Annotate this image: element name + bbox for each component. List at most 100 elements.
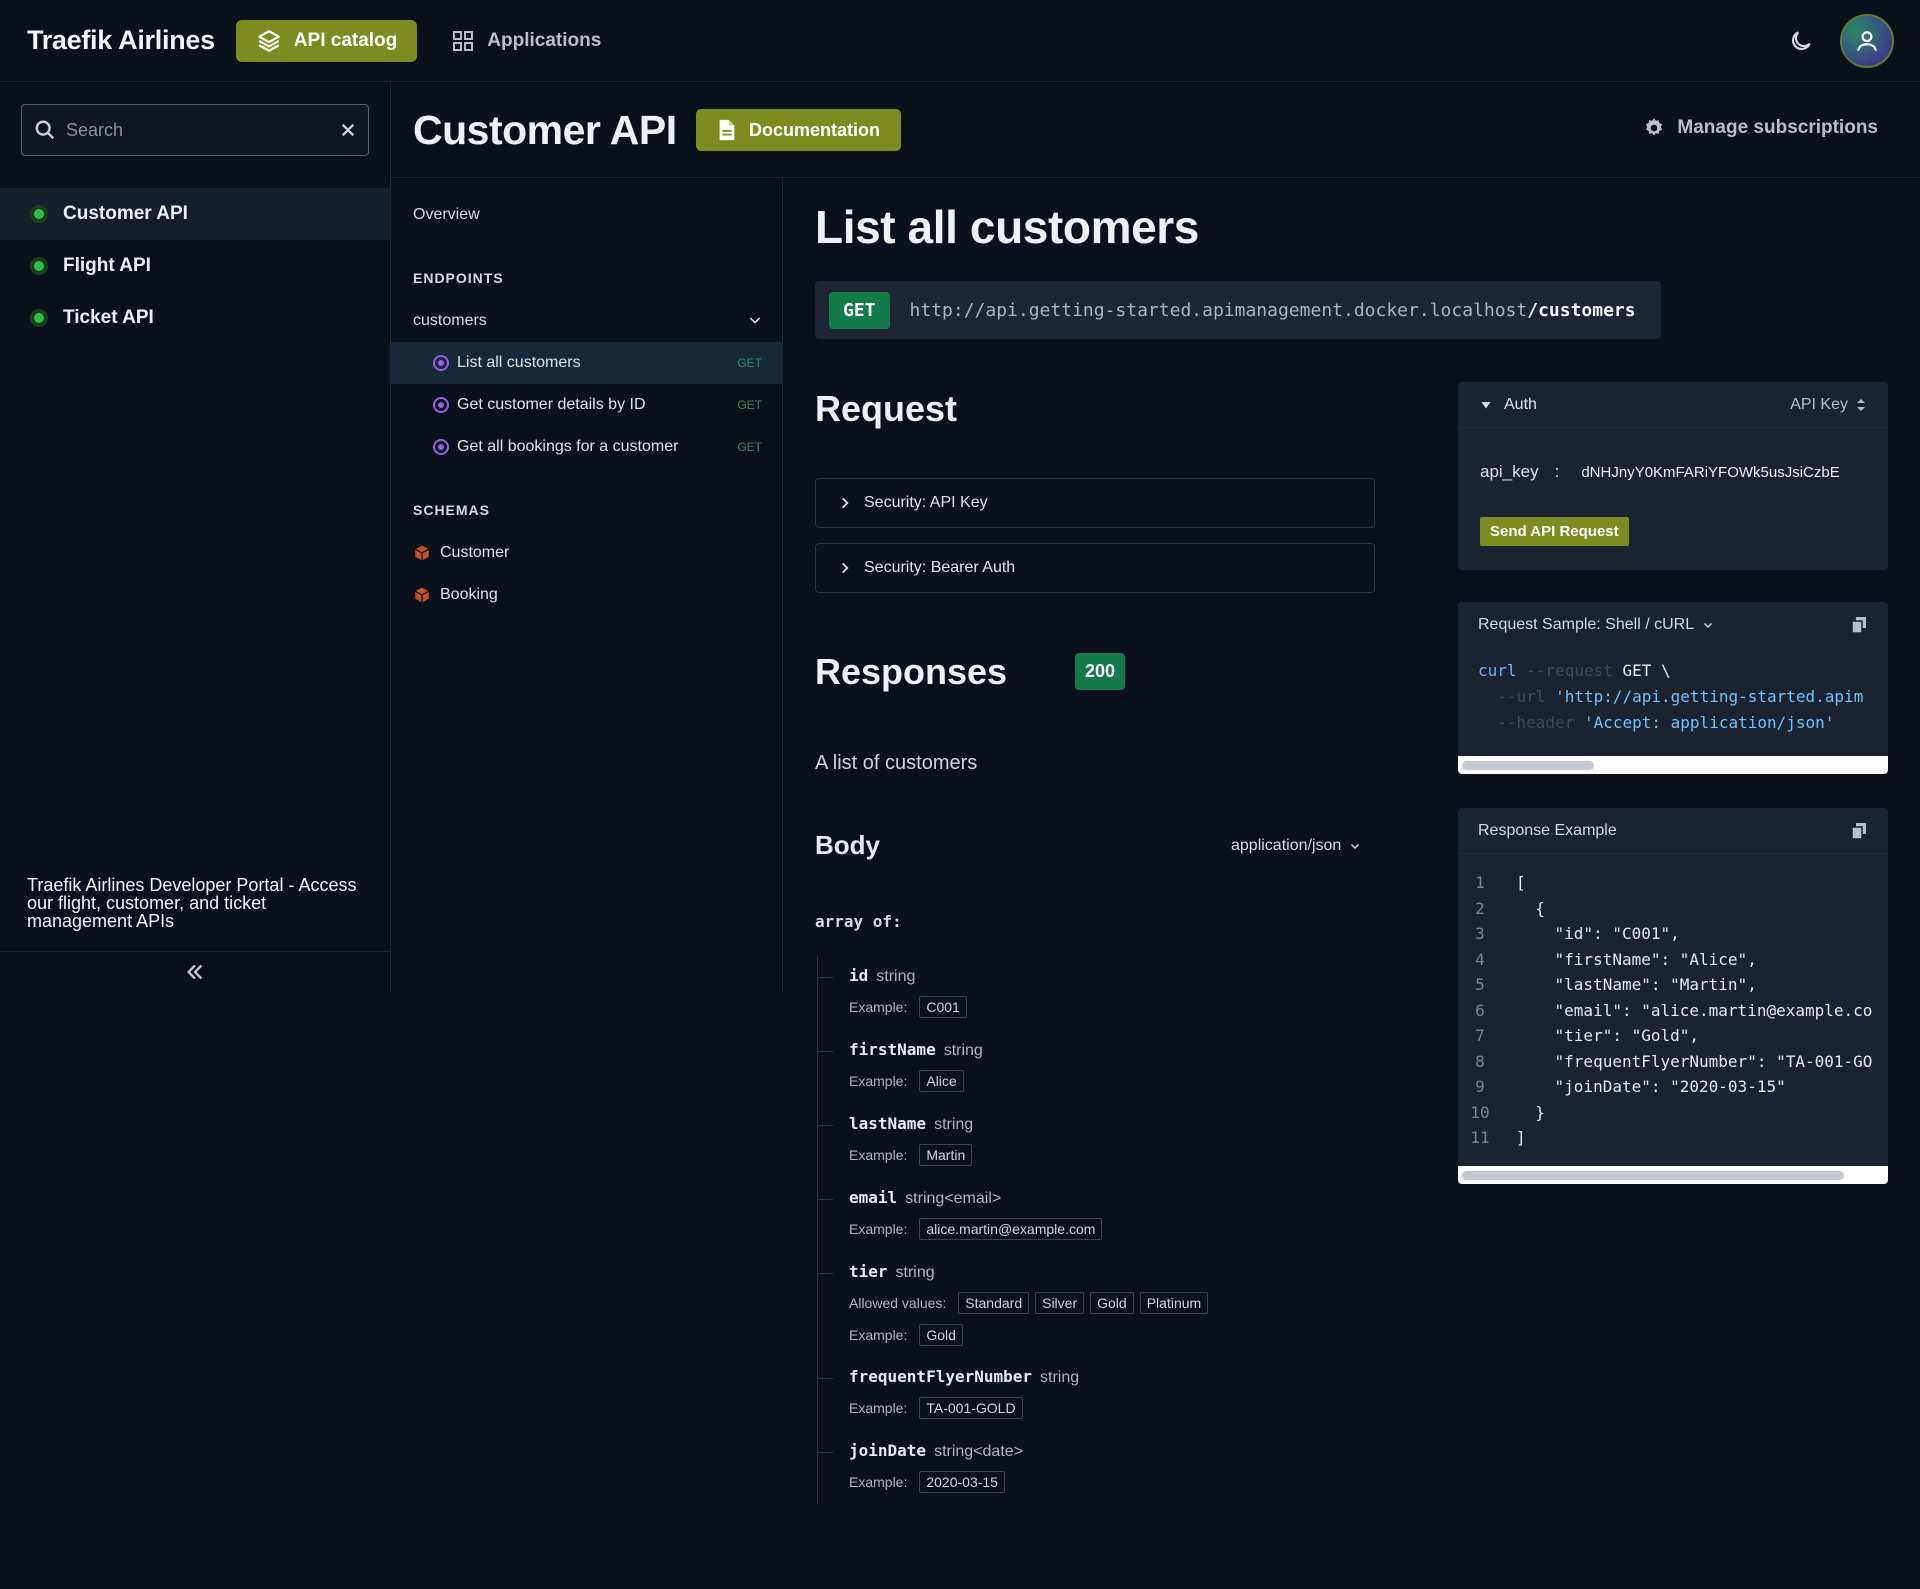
copy-icon[interactable] [1852, 617, 1866, 633]
endpoint-get-bookings[interactable]: Get all bookings for a customer GET [391, 426, 782, 468]
endpoint-label: Get all bookings for a customer [457, 438, 679, 455]
auth-type-select[interactable]: API Key [1790, 396, 1866, 414]
sidebar-item-flight-api[interactable]: Flight API [0, 240, 390, 292]
response-example-title: Response Example [1478, 821, 1617, 839]
endpoint-icon [433, 439, 449, 455]
status-dot-icon [30, 257, 48, 275]
field-tier: tier string Allowed values: Standard Silv… [817, 1262, 1209, 1346]
method-badge: GET [737, 440, 762, 454]
line-number: 6 [1475, 1000, 1485, 1020]
auth-header[interactable]: Auth API Key [1458, 382, 1888, 428]
portal-description: Traefik Airlines Developer Portal - Acce… [27, 875, 357, 931]
code-line: 4 "firstName": "Alice", [1458, 947, 1888, 973]
chevron-down-icon [1704, 622, 1713, 629]
security-label: Security: API Key [864, 494, 988, 511]
body-heading: Body [815, 830, 880, 860]
field-type: string [934, 1116, 974, 1133]
url-path: /customers [1527, 299, 1636, 321]
api-key-separator: : [1554, 462, 1560, 481]
status-dot-icon [30, 205, 48, 223]
copy-icon[interactable] [1852, 822, 1866, 839]
endpoint-list-all-customers[interactable]: List all customers GET [391, 342, 782, 384]
nav-applications[interactable]: Applications [431, 20, 621, 62]
example-value: Alice [919, 1070, 964, 1092]
api-key-label: api_key [1480, 462, 1539, 481]
status-dot-icon [30, 309, 48, 327]
document-icon [719, 119, 735, 141]
endpoint-get-customer-details[interactable]: Get customer details by ID GET [391, 384, 782, 426]
line-number: 2 [1475, 898, 1485, 918]
close-icon[interactable] [340, 122, 356, 138]
array-of-label: array of: [815, 912, 902, 931]
nav-overview[interactable]: Overview [413, 206, 480, 224]
example-value: TA-001-GOLD [919, 1397, 1023, 1419]
security-api-key[interactable]: Security: API Key [815, 478, 1375, 528]
line-text: ] [1516, 1128, 1526, 1147]
documentation-label: Documentation [749, 119, 881, 140]
line-text: "tier": "Gold", [1516, 1026, 1700, 1045]
security-bearer-auth[interactable]: Security: Bearer Auth [815, 543, 1375, 593]
line-text: "joinDate": "2020-03-15" [1516, 1077, 1786, 1096]
line-text: } [1516, 1102, 1545, 1122]
user-avatar[interactable] [1840, 14, 1894, 68]
line-text: { [1516, 898, 1545, 918]
brand-logo[interactable]: Traefik Airlines [27, 25, 215, 56]
field-name: id [849, 966, 869, 985]
code-line: 10 } [1458, 1100, 1888, 1126]
collapse-sidebar-button[interactable] [0, 951, 390, 991]
field-type: string [1040, 1369, 1080, 1386]
schemas-heading: SCHEMAS [413, 502, 491, 518]
code-block: curl --request GET \ --url 'http://api.g… [1458, 648, 1888, 736]
code-token: 'Accept: application/json' [1574, 713, 1835, 732]
send-api-request-button[interactable]: Send API Request [1480, 517, 1629, 546]
security-label: Security: Bearer Auth [864, 559, 1016, 576]
field-name: email [849, 1188, 898, 1207]
allowed-values-label: Allowed values: [849, 1295, 947, 1311]
method-badge: GET [737, 356, 762, 370]
horizontal-scrollbar[interactable] [1458, 756, 1888, 774]
code-line: 3 "id": "C001", [1458, 921, 1888, 947]
endpoint-group-customers[interactable]: customers [413, 312, 763, 330]
content-type-select[interactable]: application/json [1231, 837, 1361, 855]
horizontal-scrollbar[interactable] [1458, 1166, 1888, 1184]
content-type-label: application/json [1231, 837, 1342, 854]
search-icon [35, 120, 55, 140]
moon-icon[interactable] [1788, 28, 1814, 54]
cube-icon [414, 587, 430, 603]
example-value: 2020-03-15 [919, 1471, 1005, 1493]
schema-booking[interactable]: Booking [413, 586, 498, 604]
field-id: id string Example: C001 [817, 966, 967, 1018]
status-code-tab[interactable]: 200 [1075, 653, 1126, 690]
layers-icon [257, 29, 280, 52]
example-label: Example: [849, 999, 908, 1015]
manage-subscriptions-button[interactable]: Manage subscriptions [1643, 117, 1878, 139]
example-label: Example: [849, 1327, 908, 1343]
url-text: http://api.getting-started.apimanagement… [910, 300, 1636, 321]
nav-api-catalog-label: API catalog [293, 29, 398, 51]
code-line: 7 "tier": "Gold", [1458, 1023, 1888, 1049]
documentation-button[interactable]: Documentation [696, 109, 902, 151]
endpoint-group-label: customers [413, 312, 487, 329]
field-name: lastName [849, 1114, 927, 1133]
code-token: curl [1478, 661, 1517, 680]
sample-language-select[interactable]: Request Sample: Shell / cURL [1478, 616, 1714, 634]
top-bar: Traefik Airlines API catalog Application… [0, 0, 1920, 82]
sidebar-item-ticket-api[interactable]: Ticket API [0, 292, 390, 344]
response-example-header: Response Example [1458, 808, 1888, 854]
schema-label: Customer [440, 544, 510, 561]
line-text: [ [1516, 873, 1526, 892]
tree-line [817, 956, 818, 1504]
page-header: Customer API Documentation Manage subscr… [391, 83, 1920, 178]
user-icon [1857, 31, 1877, 51]
search-input[interactable] [66, 119, 340, 141]
nav-api-catalog[interactable]: API catalog [235, 19, 418, 62]
code-token: 'http://api.getting-started.apim [1545, 687, 1864, 706]
sidebar-item-customer-api[interactable]: Customer API [0, 188, 390, 240]
example-label: Example: [849, 1474, 908, 1490]
endpoints-heading: ENDPOINTS [413, 270, 504, 286]
api-key-input[interactable]: dNHJnyY0KmFARiYFOWk5usJsiCzbE [1581, 464, 1853, 481]
schema-customer[interactable]: Customer [413, 544, 509, 562]
chevrons-left-icon [187, 964, 203, 979]
manage-subscriptions-label: Manage subscriptions [1677, 117, 1878, 138]
endpoint-icon [433, 397, 449, 413]
